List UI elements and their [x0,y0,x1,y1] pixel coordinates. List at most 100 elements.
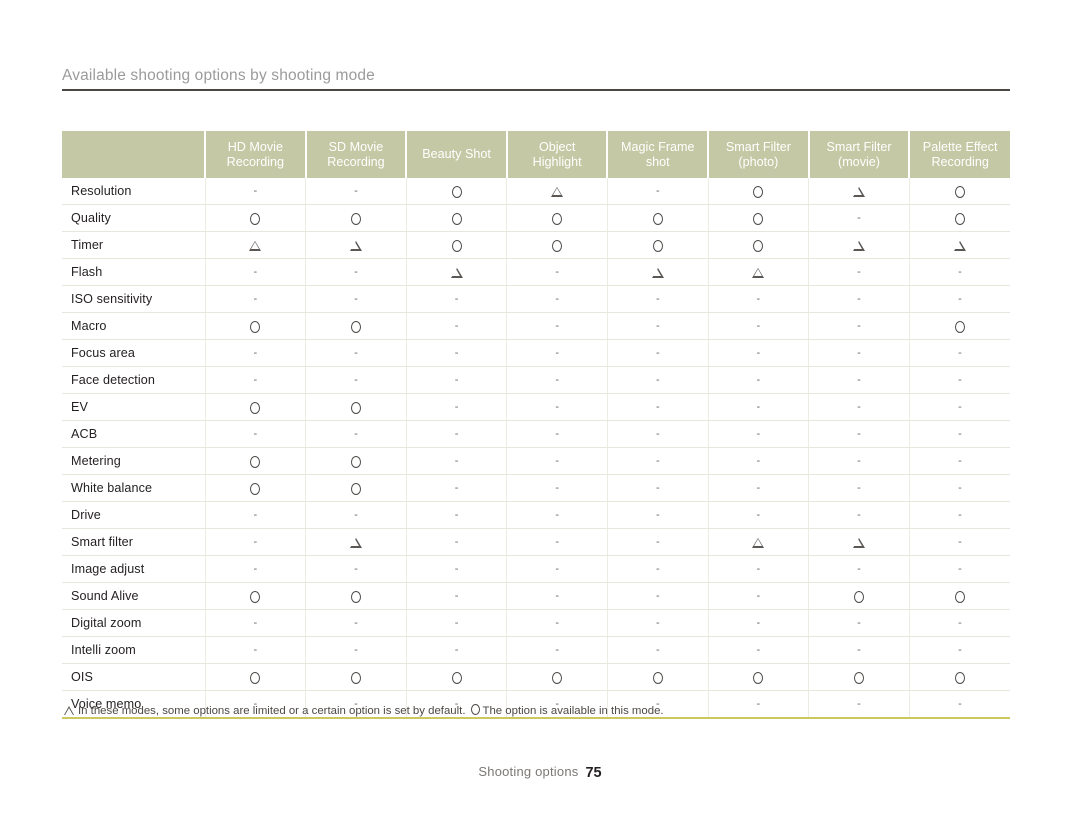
dash-mark: - [454,374,459,387]
circle-mark-icon [350,455,361,468]
cell-acb-col1: - [205,420,307,448]
cell-timer-col1 [205,231,307,259]
dash-mark: - [756,509,761,522]
column-header-line2: Recording [327,154,385,169]
dash-mark: - [857,320,861,333]
cell-macro-col6: - [708,312,810,340]
cell-focus-area-col3: - [406,339,508,367]
cell-image-adjust-col4: - [506,555,608,583]
dash-mark: - [756,347,761,360]
cell-timer-col7 [808,231,910,259]
table-row: Face detection - - - - - - - - [62,366,1010,394]
cell-face-detection-col7: - [808,366,910,394]
cell-ev-col5: - [607,393,709,421]
cell-macro-col5: - [607,312,709,340]
dash-mark: - [454,536,459,549]
dash-mark: - [958,428,962,441]
cell-focus-area-col7: - [808,339,910,367]
column-header-line1: Smart Filter [826,139,892,154]
cell-timer-col5 [607,231,709,259]
triangle-mark-icon [752,537,765,548]
table-row: OIS [62,663,1010,691]
cell-focus-area-col8: - [909,339,1010,367]
column-header-line1: Smart Filter [725,139,791,154]
row-label-smart-filter: Smart filter [62,528,206,556]
cell-quality-col8 [909,204,1010,232]
dash-mark: - [756,320,761,333]
triangle-mark-icon [852,186,865,197]
footnote-text-limited: In these modes, some options are limited… [78,705,466,717]
triangle-mark-icon [953,240,966,251]
cell-white-balance-col7: - [808,474,910,502]
column-header-line2: Highlight [532,154,582,169]
dash-mark: - [555,644,559,657]
circle-mark-icon [954,212,965,225]
cell-drive-col5: - [607,501,709,529]
table-row: ACB - - - - - - - - [62,420,1010,448]
cell-timer-col6 [708,231,810,259]
dash-mark: - [454,320,459,333]
row-label-white-balance: White balance [62,474,206,502]
cell-timer-col2 [305,231,407,259]
cell-intelli-zoom-col5: - [607,636,709,664]
cell-white-balance-col8: - [909,474,1010,502]
row-label-flash: Flash [62,258,206,286]
dash-mark: - [253,185,258,198]
dash-mark: - [454,590,459,603]
cell-ev-col3: - [406,393,508,421]
circle-mark-icon [250,671,261,684]
cell-digital-zoom-col6: - [708,609,810,637]
dash-mark: - [454,401,459,414]
circle-mark-icon [652,671,663,684]
section-header: Available shooting options by shooting m… [62,66,1010,91]
cell-sound-alive-col6: - [708,582,810,610]
cell-timer-col8 [909,231,1010,259]
circle-mark-icon [250,401,261,414]
dash-mark: - [253,536,258,549]
dash-mark: - [354,374,358,387]
dash-mark: - [354,644,358,657]
dash-mark: - [253,563,258,576]
cell-drive-col7: - [808,501,910,529]
cell-iso-sensitivity-col5: - [607,285,709,313]
cell-acb-col6: - [708,420,810,448]
cell-intelli-zoom-col3: - [406,636,508,664]
page-footer-label: Shooting options [478,764,579,779]
column-header-sd-movie-recording: SD Movie Recording [305,131,408,178]
cell-flash-col6 [708,258,810,286]
row-label-digital-zoom: Digital zoom [62,609,206,637]
cell-face-detection-col1: - [205,366,307,394]
cell-face-detection-col6: - [708,366,810,394]
cell-iso-sensitivity-col1: - [205,285,307,313]
cell-sound-alive-col2 [305,582,407,610]
cell-smart-filter-col5: - [607,528,709,556]
page-footer: Shooting options 75 [0,764,1080,781]
dash-mark: - [555,347,559,360]
dash-mark: - [958,293,962,306]
column-header-line2: (movie) [838,154,880,169]
cell-image-adjust-col2: - [305,555,407,583]
dash-mark: - [756,455,761,468]
dash-mark: - [253,374,258,387]
column-header-palette-effect-recording: Palette Effect Recording [909,131,1010,178]
dash-mark: - [354,509,358,522]
column-header-hd-movie-recording: HD Movie Recording [205,131,307,178]
cell-ev-col7: - [808,393,910,421]
cell-intelli-zoom-col7: - [808,636,910,664]
cell-white-balance-col1 [205,474,307,502]
dash-mark: - [958,536,962,549]
dash-mark: - [655,455,660,468]
dash-mark: - [253,428,258,441]
circle-mark-icon [753,212,764,225]
cell-metering-col1 [205,447,307,475]
circle-mark-icon [350,482,361,495]
cell-acb-col3: - [406,420,508,448]
cell-digital-zoom-col8: - [909,609,1010,637]
cell-quality-col5 [607,204,709,232]
dash-mark: - [857,374,861,387]
dash-mark: - [958,617,962,630]
dash-mark: - [354,185,358,198]
cell-acb-col5: - [607,420,709,448]
cell-face-detection-col4: - [506,366,608,394]
dash-mark: - [253,644,258,657]
